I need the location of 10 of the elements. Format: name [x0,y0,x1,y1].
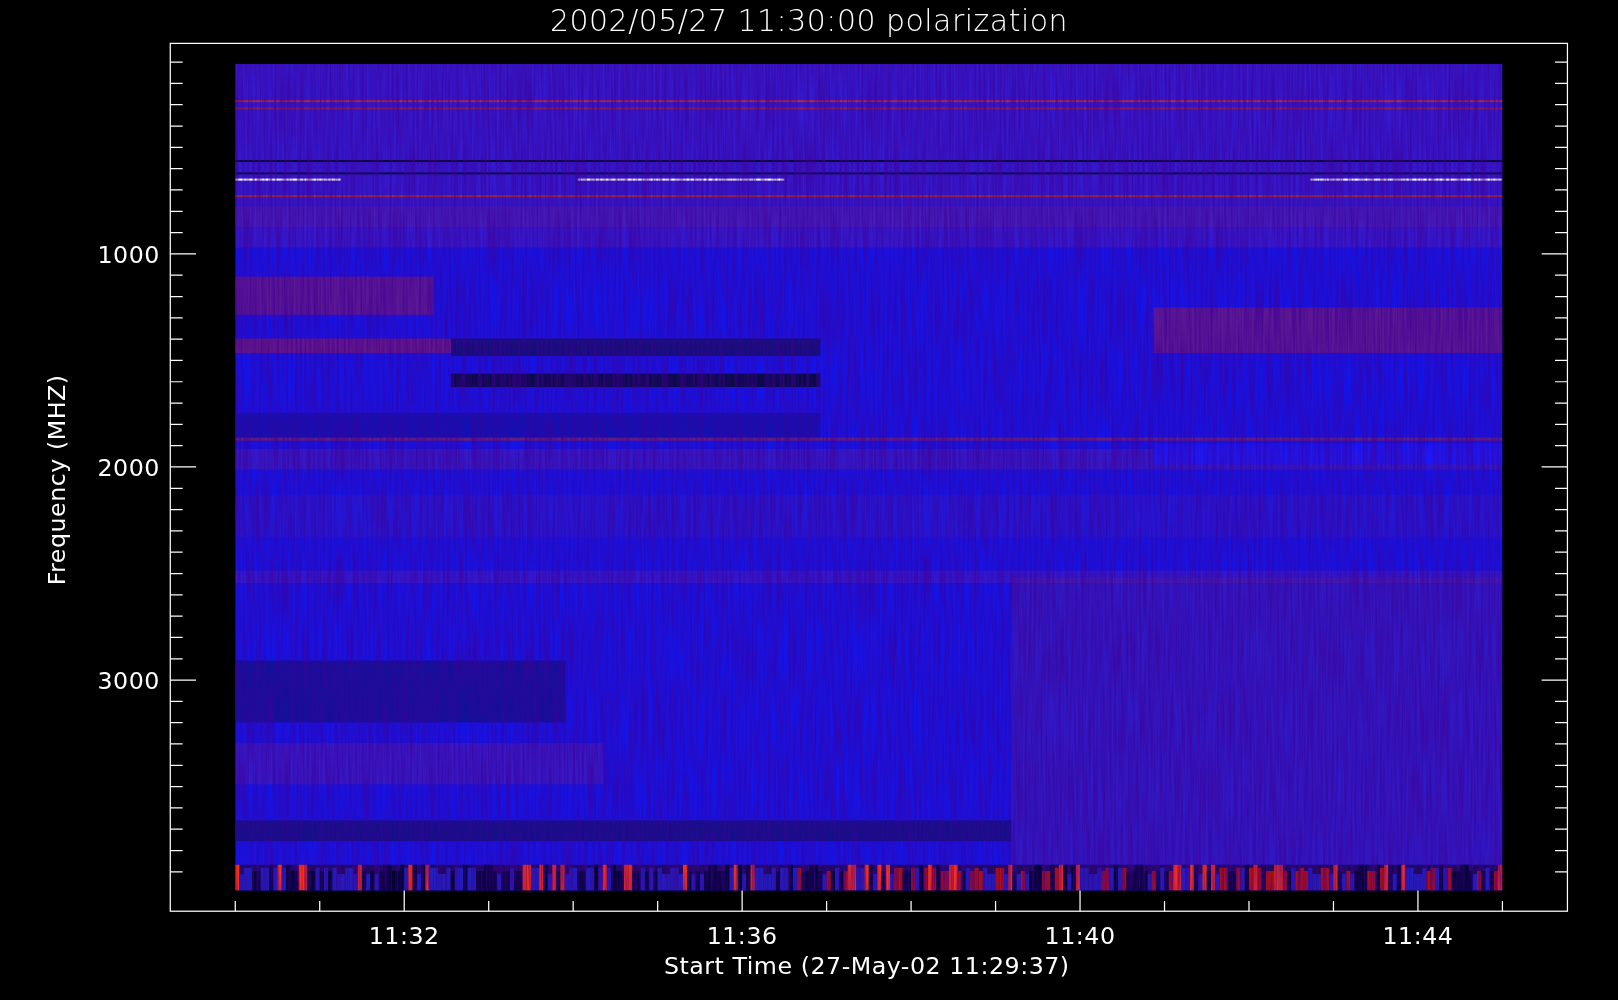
x-tick-label: 11:36 [706,922,778,951]
x-tick-label: 11:32 [368,922,440,951]
x-tick-label: 11:44 [1382,922,1454,951]
y-tick-label: 1000 [97,241,160,270]
y-tick-label: 2000 [97,454,160,483]
x-tick-label: 11:40 [1044,922,1116,951]
chart-title: 2002/05/27 11:30:00 polarization [550,3,1068,38]
y-tick-label: 3000 [97,667,160,696]
x-axis-label: Start Time (27-May-02 11:29:37) [663,952,1070,981]
y-axis-label: Frequency (MHZ) [43,374,71,586]
